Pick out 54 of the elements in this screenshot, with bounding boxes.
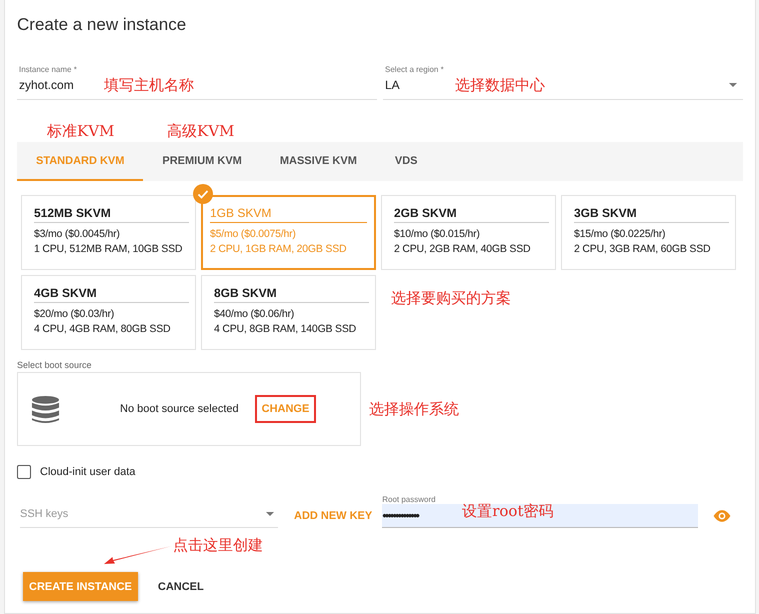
field-label: Select a region *: [385, 65, 445, 74]
plan-name: 3GB SKVM: [574, 206, 729, 223]
plan-specs: 1 CPU, 512MB RAM, 10GB SSD: [34, 242, 184, 257]
field-label: Root password: [382, 495, 437, 504]
plan-specs: 4 CPU, 8GB RAM, 140GB SSD: [214, 322, 358, 337]
plan-specs: 2 CPU, 1GB RAM, 20GB SSD: [210, 242, 348, 257]
plan-specs: 4 CPU, 4GB RAM, 80GB SSD: [34, 322, 172, 337]
region-select[interactable]: Select a region * LA 选择数据中心: [383, 65, 743, 100]
plan-card[interactable]: 512MB SKVM $3/mo ($0.0045/hr) 1 CPU, 512MB RAM, 10GB SSD: [21, 195, 196, 270]
annotation-text: 标准KVM: [47, 122, 114, 140]
check-badge-icon: [193, 184, 213, 204]
plan-price: $5/mo ($0.0075/hr): [210, 227, 297, 242]
plan-name: 8GB SKVM: [214, 286, 369, 303]
field-label: Instance name *: [19, 65, 78, 74]
checkbox[interactable]: [17, 465, 31, 479]
caret-icon: [266, 512, 274, 516]
password-field[interactable]: •••••••••••••• 设置root密码: [382, 504, 698, 528]
plan-tab[interactable]: VDS: [376, 142, 436, 181]
placeholder-text: SSH keys: [20, 508, 68, 520]
page-title: Create a new instance: [17, 14, 188, 36]
plan-tab[interactable]: MASSIVE KVM: [260, 142, 376, 181]
plan-price: $15/mo ($0.0225/hr): [574, 227, 666, 242]
plan-card[interactable]: 4GB SKVM $20/mo ($0.03/hr) 4 CPU, 4GB RAM, 80GB SSD: [21, 275, 196, 350]
caret-icon: [729, 83, 737, 87]
field-value: LA: [385, 78, 401, 92]
annotation-text: 高级KVM: [167, 122, 234, 140]
cancel-button[interactable]: CANCEL: [152, 580, 210, 594]
plan-price: $10/mo ($0.015/hr): [394, 227, 481, 242]
annotation-text: 设置root密码: [462, 502, 554, 521]
plan-price: $40/mo ($0.06/hr): [214, 307, 296, 322]
annotation-text: 点击这里创建: [173, 536, 263, 555]
annotation-text: 选择数据中心: [455, 76, 545, 94]
boot-status-text: No boot source selected: [120, 403, 239, 415]
annotation-text: 填写主机名称: [104, 76, 194, 94]
section-label: Select boot source: [17, 360, 93, 370]
plan-name: 4GB SKVM: [34, 286, 189, 303]
plan-name: 512MB SKVM: [34, 206, 189, 223]
instance-name-field[interactable]: Instance name * zyhot.com 填写主机名称: [17, 65, 377, 100]
plan-tab[interactable]: PREMIUM KVM: [143, 142, 261, 181]
annotation-text: 选择操作系统: [369, 400, 459, 418]
plan-card[interactable]: 3GB SKVM $15/mo ($0.0225/hr) 2 CPU, 3GB RAM, 60GB SSD: [561, 195, 736, 270]
plan-card[interactable]: 8GB SKVM $40/mo ($0.06/hr) 4 CPU, 8GB RAM, 140GB SSD: [201, 275, 376, 350]
annotation-text: 选择要购买的方案: [391, 289, 511, 307]
password-value: ••••••••••••••: [382, 508, 420, 523]
plan-price: $20/mo ($0.03/hr): [34, 307, 116, 322]
plan-price: $3/mo ($0.0045/hr): [34, 227, 121, 242]
plan-name: 1GB SKVM: [210, 206, 367, 223]
plan-specs: 2 CPU, 3GB RAM, 60GB SSD: [574, 242, 712, 257]
plan-specs: 2 CPU, 2GB RAM, 40GB SSD: [394, 242, 532, 257]
plan-card[interactable]: 2GB SKVM $10/mo ($0.015/hr) 2 CPU, 2GB RAM, 40GB SSD: [381, 195, 556, 270]
database-icon: [31, 394, 60, 424]
plan-name: 2GB SKVM: [394, 206, 549, 223]
field-value: zyhot.com: [19, 78, 75, 92]
checkbox-label: Cloud-init user data: [40, 466, 136, 478]
